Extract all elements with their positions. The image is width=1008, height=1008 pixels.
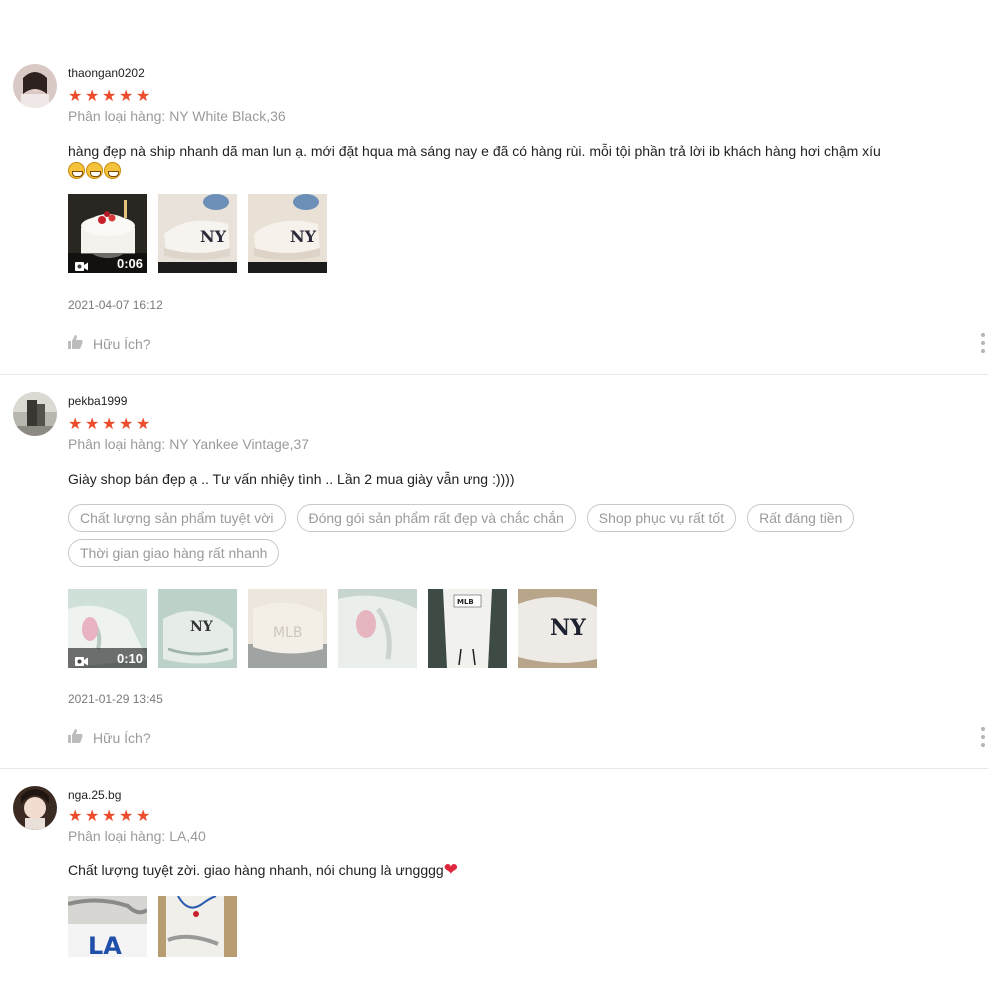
star-icon: ★ — [102, 808, 117, 825]
username[interactable]: nga.25.bg — [68, 788, 121, 802]
star-icon: ★ — [119, 808, 134, 825]
review-item: nga.25.bg ★ ★ ★ ★ ★ Phân loại hàng: LA,4… — [0, 0, 988, 1008]
variation-label: Phân loại hàng: LA,40 — [68, 828, 206, 844]
heart-icon: ❤ — [443, 860, 458, 879]
svg-text:LA: LA — [88, 932, 122, 957]
star-icon: ★ — [136, 808, 151, 825]
star-icon: ★ — [68, 808, 83, 825]
rating-stars: ★ ★ ★ ★ ★ — [68, 809, 151, 825]
avatar[interactable] — [13, 786, 57, 830]
review-comment: Chất lượng tuyệt zời. giao hàng nhanh, n… — [68, 860, 973, 880]
comment-text: Chất lượng tuyệt zời. giao hàng nhanh, n… — [68, 862, 444, 878]
review-photo[interactable] — [158, 896, 237, 957]
star-icon: ★ — [85, 808, 100, 825]
review-photo[interactable]: LA — [68, 896, 147, 957]
review-media: LA — [68, 896, 237, 957]
